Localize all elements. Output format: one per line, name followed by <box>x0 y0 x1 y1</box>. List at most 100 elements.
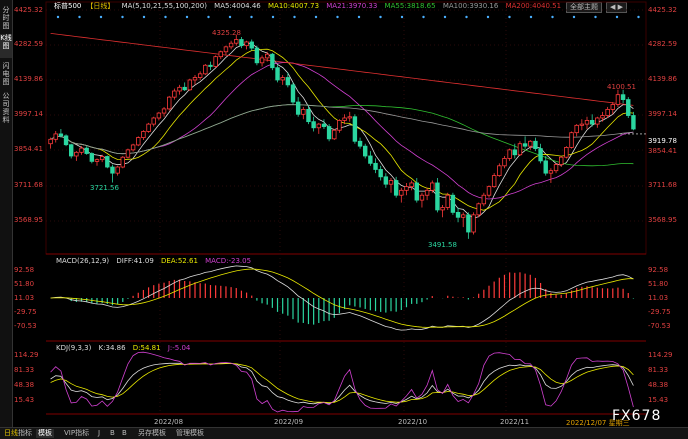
candle-body <box>357 140 363 147</box>
event-marker <box>529 15 533 19</box>
candle-body <box>347 116 352 119</box>
candle-body <box>316 123 321 129</box>
x-label-sep: 2022/09 <box>274 418 304 426</box>
event-marker <box>56 15 60 19</box>
ma100-line <box>50 104 634 155</box>
candle-body <box>368 155 373 164</box>
macd-axis-right-4: -70.53 <box>648 322 671 330</box>
macd-diff: DIFF:41.09 <box>116 257 154 265</box>
candle-body <box>595 117 600 125</box>
kdj-axis-right-3: 15.43 <box>648 396 669 404</box>
macd-dea-line <box>50 268 634 328</box>
candle-body <box>192 77 198 81</box>
manage-template-button[interactable]: 管理模板 <box>174 429 206 438</box>
candle-body <box>228 42 234 48</box>
candle-body <box>383 176 389 185</box>
event-marker <box>551 15 554 19</box>
kdj-j-line <box>50 351 634 413</box>
candle-body <box>280 77 285 81</box>
tab-indicator[interactable]: 指标 <box>16 429 34 438</box>
tab-j[interactable]: J <box>96 429 102 438</box>
candle-body <box>115 166 120 174</box>
event-marker <box>637 15 640 19</box>
candle-body <box>605 108 610 116</box>
candle-body <box>553 164 559 172</box>
event-marker <box>228 15 232 19</box>
x-label-oct: 2022/10 <box>398 418 428 426</box>
candle-body <box>399 189 404 196</box>
candle-body <box>84 147 89 154</box>
candle-body <box>53 133 58 140</box>
candle-body <box>141 131 146 138</box>
candle-body <box>208 64 213 67</box>
macd-axis-left-0: 92.58 <box>14 266 35 274</box>
candle-body <box>450 194 456 213</box>
candle-body <box>461 214 466 218</box>
event-marker <box>422 15 425 19</box>
tab-template[interactable]: 模板 <box>36 429 54 438</box>
event-marker <box>443 15 447 19</box>
candle-body <box>507 149 512 159</box>
candle-body <box>79 147 84 153</box>
candle-body <box>409 182 414 188</box>
candle-body <box>533 140 538 150</box>
annotation-low-left: 3721.56 <box>90 184 119 192</box>
event-marker <box>271 15 275 19</box>
candle-body <box>455 211 461 218</box>
price-chart[interactable] <box>0 0 688 438</box>
event-marker <box>465 15 468 19</box>
candle-body <box>600 115 605 119</box>
candle-body <box>373 162 378 170</box>
tab-b2[interactable]: B <box>120 429 129 438</box>
candle-body <box>517 143 523 156</box>
candle-body <box>620 94 626 100</box>
candle-body <box>610 104 615 110</box>
candle-body <box>244 41 249 47</box>
candle-body <box>538 148 543 162</box>
event-marker <box>400 15 404 19</box>
macd-legend: MACD(26,12,9) DIFF:41.09 DEA:52.61 MACD:… <box>56 256 256 266</box>
candle-body <box>94 159 100 162</box>
event-marker <box>594 15 597 19</box>
event-marker <box>207 15 210 19</box>
candle-body <box>543 160 548 174</box>
candle-body <box>69 144 74 157</box>
candle-body <box>497 165 502 177</box>
candle-body <box>63 135 69 146</box>
event-marker <box>486 15 490 19</box>
candle-body <box>218 51 223 58</box>
candle-body <box>404 186 409 191</box>
candle-body <box>321 123 327 127</box>
price-panel-frame <box>45 1 647 255</box>
candle-body <box>466 214 471 233</box>
candle-body <box>161 108 167 114</box>
save-template-button[interactable]: 另存模板 <box>136 429 168 438</box>
candle-body <box>631 115 636 130</box>
macd-title: MACD(26,12,9) <box>56 257 110 265</box>
x-label-aug: 2022/08 <box>154 418 184 426</box>
event-marker <box>164 15 167 19</box>
candle-body <box>435 182 440 211</box>
tab-vip-indicator[interactable]: VIP指标 <box>62 429 91 438</box>
candle-body <box>589 120 595 125</box>
candle-body <box>326 126 332 140</box>
event-marker <box>142 15 146 19</box>
candle-body <box>239 39 244 47</box>
event-marker <box>379 15 382 19</box>
event-marker <box>121 15 124 19</box>
kdj-axis-right-1: 81.33 <box>648 366 669 374</box>
candle-body <box>440 207 445 211</box>
candle-body <box>548 170 554 174</box>
kdj-k: K:34.86 <box>98 344 126 352</box>
tab-b1[interactable]: B <box>108 429 117 438</box>
candle-body <box>58 133 64 137</box>
candle-body <box>528 140 533 147</box>
candle-body <box>626 99 631 116</box>
candle-body <box>615 94 621 105</box>
candle-body <box>301 108 306 115</box>
event-marker <box>185 15 189 19</box>
candle-body <box>259 57 265 64</box>
candle-body <box>574 124 579 134</box>
kdj-axis-right-2: 48.38 <box>648 381 669 389</box>
candle-body <box>177 86 182 92</box>
